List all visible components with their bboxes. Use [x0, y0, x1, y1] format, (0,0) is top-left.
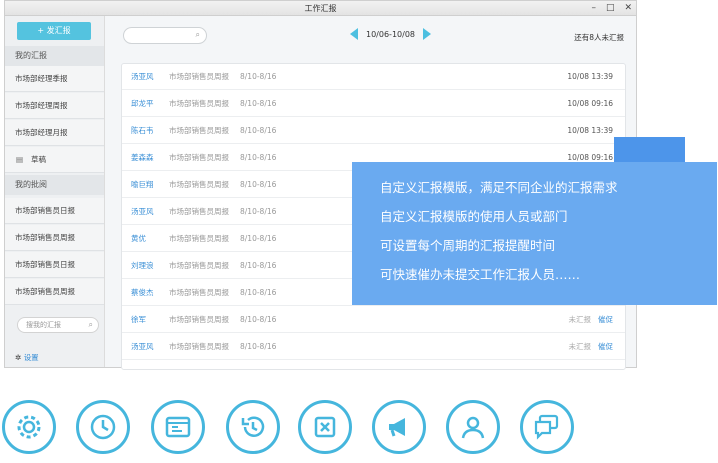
report-period: 8/10-8/16 — [240, 153, 277, 162]
next-period-arrow-icon[interactable] — [423, 28, 431, 40]
search-icon: ⌕ — [88, 320, 93, 329]
sidebar-item[interactable]: 市场部经理月报 — [5, 120, 104, 146]
reporter-name[interactable]: 姜森森 — [131, 145, 154, 171]
report-period: 8/10-8/16 — [240, 234, 277, 243]
feature-line: 自定义汇报模版，满足不同企业的汇报需求 — [380, 180, 618, 195]
sidebar-item[interactable]: 市场部销售员日报 — [5, 198, 104, 224]
reporter-name[interactable]: 汤亚风 — [131, 64, 154, 90]
report-period: 8/10-8/16 — [240, 342, 277, 351]
window-icon[interactable] — [151, 400, 205, 454]
remind-button[interactable]: 催促 — [598, 334, 613, 360]
section-my-reports[interactable]: 我的汇报 — [5, 46, 104, 66]
new-report-button[interactable]: + 发汇报 — [17, 22, 91, 40]
feature-line: 自定义汇报模版的使用人员或部门 — [380, 209, 568, 224]
report-type: 市场部销售员周报 — [169, 342, 229, 351]
close-box-icon[interactable] — [298, 400, 352, 454]
table-row[interactable]: 徐军 市场部销售员周报 8/10-8/16 未汇报 催促 — [122, 307, 625, 333]
sidebar-item[interactable]: 市场部经理周报 — [5, 93, 104, 119]
table-row[interactable]: 汤亚风 市场部销售员周报 8/10-8/16 未汇报 催促 — [122, 334, 625, 360]
submit-time: 10/08 09:16 — [567, 99, 613, 108]
feature-line: 可快速催办未提交工作汇报人员…… — [380, 267, 581, 282]
settings-link[interactable]: ✲ 设置 — [15, 352, 39, 363]
sidebar-item-label: 草稿 — [31, 155, 46, 164]
search-input[interactable]: ⌕ — [123, 27, 207, 44]
search-placeholder: 搜我的汇报 — [26, 321, 61, 329]
reporter-name[interactable]: 蔡俊杰 — [131, 280, 154, 306]
report-type: 市场部销售员周报 — [169, 234, 229, 243]
report-type: 市场部销售员周报 — [169, 180, 229, 189]
gear-icon[interactable] — [2, 400, 56, 454]
prev-period-arrow-icon[interactable] — [350, 28, 358, 40]
report-type: 市场部销售员周报 — [169, 261, 229, 270]
report-period: 8/10-8/16 — [240, 180, 277, 189]
report-period: 8/10-8/16 — [240, 72, 277, 81]
remind-button[interactable]: 催促 — [598, 307, 613, 333]
report-type: 市场部销售员周报 — [169, 72, 229, 81]
reporter-name[interactable]: 邱龙平 — [131, 91, 154, 117]
report-period: 8/10-8/16 — [240, 126, 277, 135]
status-badge: 未汇报 — [568, 315, 592, 324]
reporter-name[interactable]: 刘理浪 — [131, 253, 154, 279]
table-row[interactable]: 邱龙平 市场部销售员周报 8/10-8/16 10/08 09:16 — [122, 91, 625, 117]
table-row[interactable]: 汤亚风 市场部销售员周报 8/10-8/16 10/08 13:39 — [122, 64, 625, 90]
submit-time: 10/08 13:39 — [567, 72, 613, 81]
table-row[interactable]: 陈石韦 市场部销售员周报 8/10-8/16 10/08 13:39 — [122, 118, 625, 144]
feature-popup: 自定义汇报模版，满足不同企业的汇报需求 自定义汇报模版的使用人员或部门 可设置每… — [352, 162, 717, 305]
report-type: 市场部销售员周报 — [169, 288, 229, 297]
megaphone-icon[interactable] — [372, 400, 426, 454]
draft-icon: ▤ — [16, 155, 24, 164]
window-title: 工作汇报 — [304, 4, 337, 13]
reporter-name[interactable]: 汤亚风 — [131, 199, 154, 225]
date-range: 10/06-10/08 — [366, 29, 415, 39]
feature-line: 可设置每个周期的汇报提醒时间 — [380, 238, 556, 253]
report-period: 8/10-8/16 — [240, 315, 277, 324]
pending-count: 还有8人未汇报 — [574, 33, 624, 42]
report-type: 市场部销售员周报 — [169, 315, 229, 324]
maximize-button[interactable]: □ — [606, 1, 615, 15]
report-period: 8/10-8/16 — [240, 207, 277, 216]
sidebar: + 发汇报 我的汇报 市场部经理季报 市场部经理周报 市场部经理月报 ▤ 草稿 … — [5, 16, 105, 367]
report-type: 市场部销售员周报 — [169, 207, 229, 216]
clock-icon[interactable] — [76, 400, 130, 454]
history-icon[interactable] — [226, 400, 280, 454]
feature-icon-row — [0, 398, 718, 458]
title-bar: 工作汇报 – □ ✕ — [5, 1, 636, 16]
report-period: 8/10-8/16 — [240, 288, 277, 297]
sidebar-item[interactable]: 市场部销售员周报 — [5, 279, 104, 305]
submit-time: 10/08 13:39 — [567, 126, 613, 135]
date-navigator: 10/06-10/08 — [350, 28, 431, 40]
sidebar-item-drafts[interactable]: ▤ 草稿 — [5, 147, 104, 173]
minimize-button[interactable]: – — [591, 1, 596, 15]
chat-icon[interactable] — [520, 400, 574, 454]
gear-icon: ✲ — [15, 353, 22, 362]
settings-label: 设置 — [23, 353, 39, 362]
reporter-name[interactable]: 陈石韦 — [131, 118, 154, 144]
sidebar-item[interactable]: 市场部经理季报 — [5, 66, 104, 92]
report-type: 市场部销售员周报 — [169, 99, 229, 108]
report-type: 市场部销售员周报 — [169, 126, 229, 135]
reporter-name[interactable]: 汤亚风 — [131, 334, 154, 360]
reporter-name[interactable]: 喻巨翔 — [131, 172, 154, 198]
report-period: 8/10-8/16 — [240, 261, 277, 270]
status-badge: 未汇报 — [568, 342, 592, 351]
sidebar-item[interactable]: 市场部销售员日报 — [5, 252, 104, 278]
user-icon[interactable] — [446, 400, 500, 454]
section-my-approvals[interactable]: 我的批阅 — [5, 175, 104, 195]
search-icon: ⌕ — [195, 30, 200, 39]
sidebar-search-input[interactable]: 搜我的汇报 ⌕ — [17, 317, 99, 333]
reporter-name[interactable]: 徐军 — [131, 307, 146, 333]
popup-tab — [614, 137, 685, 162]
report-period: 8/10-8/16 — [240, 99, 277, 108]
close-button[interactable]: ✕ — [624, 1, 632, 15]
sidebar-item[interactable]: 市场部销售员周报 — [5, 225, 104, 251]
report-type: 市场部销售员周报 — [169, 153, 229, 162]
reporter-name[interactable]: 黄优 — [131, 226, 146, 252]
